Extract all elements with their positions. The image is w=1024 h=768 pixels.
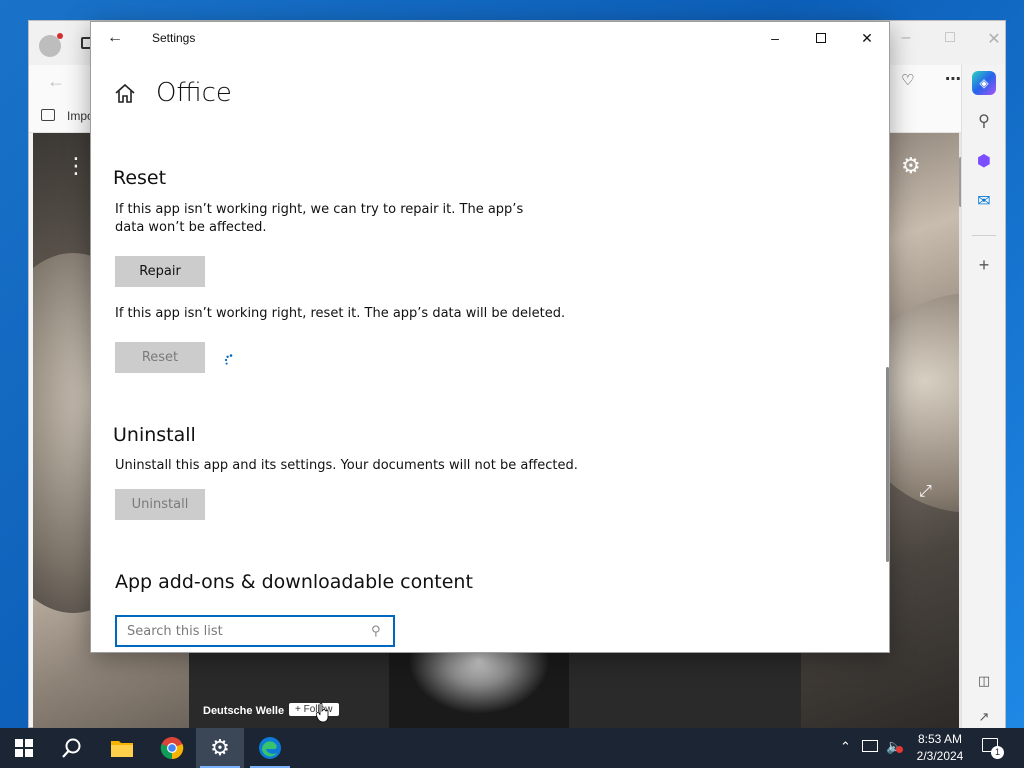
addons-section-title: App add-ons & downloadable content [115, 571, 473, 593]
settings-taskbar-button[interactable]: ⚙ [196, 728, 244, 768]
split-screen-icon[interactable]: ◫ [972, 669, 996, 693]
import-favorites-icon[interactable] [41, 109, 55, 121]
sidebar-search-icon[interactable]: ⚲ [972, 109, 996, 133]
taskbar-search-button[interactable] [48, 728, 96, 768]
clock-date[interactable]: 2/3/2024 [912, 749, 968, 763]
chrome-button[interactable] [148, 728, 196, 768]
file-explorer-button[interactable] [98, 728, 146, 768]
start-button[interactable] [0, 728, 48, 768]
edge-sidebar: ◈ ⚲ ⬢ ✉ + ◫ ↗ [961, 65, 1005, 729]
copilot-icon[interactable]: ◈ [972, 71, 996, 95]
edge-close-button[interactable]: ✕ [979, 29, 1009, 49]
edge-back-icon[interactable]: ← [47, 71, 65, 92]
reset-button[interactable]: Reset [115, 342, 205, 373]
page-header: Office [91, 74, 889, 114]
edge-minimize-button[interactable]: – [891, 29, 921, 49]
repair-button[interactable]: Repair [115, 256, 205, 287]
page-title: Office [156, 78, 232, 108]
news-image [389, 653, 569, 729]
volume-muted-badge-icon [896, 746, 903, 753]
maximize-icon [816, 33, 826, 43]
network-icon[interactable] [862, 740, 878, 752]
sidebar-divider [972, 235, 996, 236]
news-source-label: Deutsche Welle [203, 705, 285, 717]
profile-badge-icon [57, 33, 63, 39]
windows-logo-icon [15, 739, 33, 757]
expand-icon[interactable]: ⤢ [919, 483, 932, 501]
reset-section-title: Reset [113, 167, 167, 189]
settings-titlebar: ← Settings – ✕ [91, 22, 889, 54]
reset-description: If this app isn’t working right, reset i… [115, 306, 566, 321]
page-settings-gear-icon[interactable]: ⚙ [901, 153, 921, 179]
edge-icon [259, 737, 281, 759]
news-follow-button[interactable]: + Follow [289, 703, 339, 716]
uninstall-description: Uninstall this app and its settings. You… [115, 458, 578, 473]
browser-essentials-icon[interactable]: ♡ [901, 71, 914, 89]
more-options-icon[interactable]: ⋯ [945, 69, 961, 89]
edge-maximize-button[interactable]: □ [935, 29, 965, 49]
gear-icon: ⚙ [210, 735, 230, 760]
search-icon [62, 738, 81, 758]
settings-scrollbar[interactable] [886, 367, 889, 562]
search-icon: ⚲ [371, 623, 381, 638]
minimize-button[interactable]: – [752, 22, 798, 54]
addons-search-box[interactable]: ⚲ [115, 615, 395, 647]
settings-window[interactable]: ← Settings – ✕ Office Reset If this app … [90, 21, 890, 653]
window-title: Settings [152, 31, 196, 45]
office-icon[interactable]: ⬢ [972, 149, 996, 173]
news-card[interactable]: Deutsche Welle + Follow [189, 653, 801, 729]
search-input[interactable] [117, 617, 367, 645]
notification-count-badge: 1 [991, 746, 1004, 759]
edge-taskbar-button[interactable] [246, 728, 294, 768]
folder-icon [111, 741, 133, 757]
loading-spinner-icon [224, 354, 233, 365]
add-sidebar-icon[interactable]: + [972, 253, 996, 277]
maximize-button[interactable] [798, 22, 844, 54]
open-external-icon[interactable]: ↗ [972, 705, 996, 729]
outlook-icon[interactable]: ✉ [972, 189, 996, 213]
home-icon[interactable] [113, 82, 137, 106]
show-hidden-icons-icon[interactable]: ⌃ [840, 739, 851, 755]
chrome-icon [160, 737, 184, 760]
taskbar: ⚙ ⌃ 🔈 8:53 AM 2/3/2024 1 [0, 728, 1024, 768]
uninstall-section-title: Uninstall [113, 424, 196, 446]
repair-description: If this app isn’t working right, we can … [115, 202, 524, 235]
hand-cursor-icon [316, 703, 329, 723]
notification-center-button[interactable]: 1 [980, 736, 1004, 760]
back-arrow-icon[interactable]: ← [101, 26, 129, 50]
close-button[interactable]: ✕ [844, 22, 890, 54]
uninstall-button[interactable]: Uninstall [115, 489, 205, 520]
clock-time[interactable]: 8:53 AM [912, 732, 968, 746]
